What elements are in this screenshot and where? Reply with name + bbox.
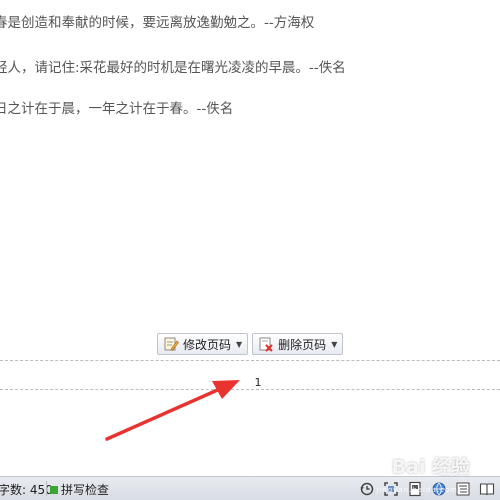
annotation-arrow: [105, 380, 240, 441]
watermark-url: jingyan.baidu.com: [376, 486, 458, 494]
spell-check-indicator-icon: [50, 485, 58, 494]
spell-check-label: 拼写检查: [61, 483, 110, 497]
reading-view-icon[interactable]: [478, 480, 496, 498]
revision-history-icon[interactable]: [358, 480, 376, 498]
status-divider: [46, 481, 47, 496]
baidu-jingyan-watermark: Bai 经验: [391, 456, 470, 478]
spell-check-toggle[interactable]: 拼写检查: [50, 481, 109, 498]
word-count[interactable]: 字数: 450: [0, 481, 53, 498]
